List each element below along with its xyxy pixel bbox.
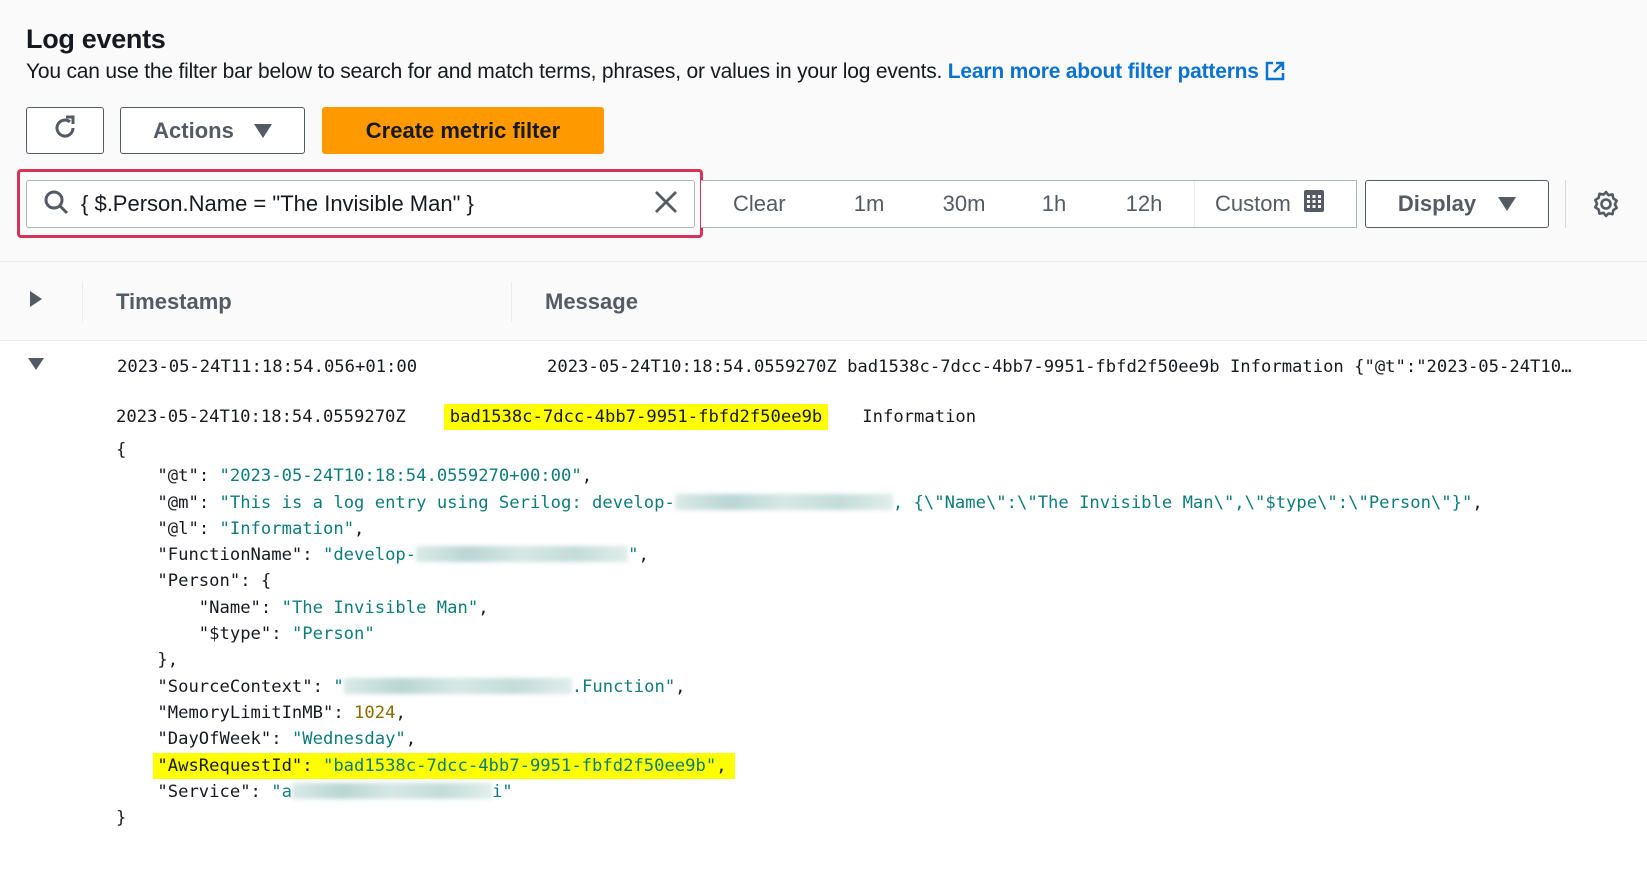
time-range-custom[interactable]: Custom [1194,181,1356,227]
column-header-message[interactable]: Message [545,289,638,315]
redacted-text [343,677,572,694]
json-line-memory-limit: "MemoryLimitInMB": 1024, [157,702,406,723]
caret-down-icon [253,118,272,144]
column-divider [511,282,512,322]
json-line-m: "@m": "This is a log entry using Serilog… [157,492,1483,513]
description-text: You can use the filter bar below to sear… [26,60,943,83]
json-open-brace: { [116,440,127,460]
learn-more-link[interactable]: Learn more about filter patterns [948,60,1285,83]
display-dropdown-button[interactable]: Display [1365,180,1549,228]
json-line-person-name: "Name": "The Invisible Man", [198,597,489,618]
collapse-row-icon[interactable] [28,357,44,375]
clear-filter-icon[interactable] [654,190,678,219]
display-label: Display [1397,191,1477,216]
log-events-table-body: 2023-05-24T11:18:54.056+01:00 2023-05-24… [0,341,1647,887]
row-message: 2023-05-24T10:18:54.0559270Z bad1538c-7d… [547,357,1572,377]
time-range-1h[interactable]: 1h [1014,181,1094,227]
filter-search-box [26,180,695,228]
time-range-30m[interactable]: 30m [914,181,1014,227]
json-line-person: "Person": { [157,571,272,592]
actions-label: Actions [153,117,234,143]
actions-dropdown-button[interactable]: Actions [120,107,305,154]
redacted-text [674,493,893,510]
column-header-timestamp[interactable]: Timestamp [116,289,232,315]
redacted-text [291,782,492,799]
refresh-icon [51,114,79,148]
page-description: You can use the filter bar below to sear… [26,60,1285,87]
calendar-icon [1303,189,1325,219]
search-icon [43,189,69,220]
filter-input[interactable] [81,191,654,217]
refresh-button[interactable] [26,107,104,154]
learn-more-link-label: Learn more about filter patterns [947,60,1259,83]
time-range-selector: Clear 1m 30m 1h 12h Custom [701,180,1357,228]
time-range-1m[interactable]: 1m [824,181,914,227]
row-timestamp: 2023-05-24T11:18:54.056+01:00 [117,357,418,377]
page-title: Log events [26,24,166,54]
column-divider [82,282,83,322]
aws-request-id-highlight: "AwsRequestId": "bad1538c-7dcc-4bb7-9951… [153,752,735,779]
caret-down-icon [1498,191,1517,217]
detail-level: Information [862,407,977,427]
redacted-text [416,546,629,563]
json-line-t: "@t": "2023-05-24T10:18:54.0559270+00:00… [157,466,593,487]
json-close-brace: } [116,808,127,829]
custom-label: Custom [1215,191,1291,216]
json-person-close: }, [116,650,179,671]
settings-gear-icon[interactable] [1592,190,1620,223]
detail-time: 2023-05-24T10:18:54.0559270Z [116,407,406,427]
time-range-12h[interactable]: 12h [1094,181,1194,227]
json-line-service: "Service": "a i" [157,781,513,802]
expanded-log-detail: 2023-05-24T10:18:54.0559270Z bad1538c-7d… [116,404,1483,831]
expand-all-toggle-icon[interactable] [30,291,42,312]
external-link-icon [1265,61,1285,87]
json-line-person-type: "$type": "Person" [198,624,375,645]
detail-header: 2023-05-24T10:18:54.0559270Z bad1538c-7d… [116,404,1483,430]
json-line-l: "@l": "Information", [157,518,365,539]
json-line-source-context: "SourceContext": " .Function", [157,676,686,697]
json-line-aws-request-id: "AwsRequestId": "bad1538c-7dcc-4bb7-9951… [116,752,1483,779]
create-metric-filter-button[interactable]: Create metric filter [322,107,604,154]
json-line-function-name: "FunctionName": "develop- ", [157,545,649,566]
detail-request-id-highlighted: bad1538c-7dcc-4bb7-9951-fbfd2f50ee9b [443,404,829,430]
toolbar-divider [1565,180,1566,228]
json-line-day-of-week: "DayOfWeek": "Wednesday", [157,729,417,750]
log-events-table-header: Timestamp Message [0,261,1647,341]
time-range-clear[interactable]: Clear [701,181,824,227]
